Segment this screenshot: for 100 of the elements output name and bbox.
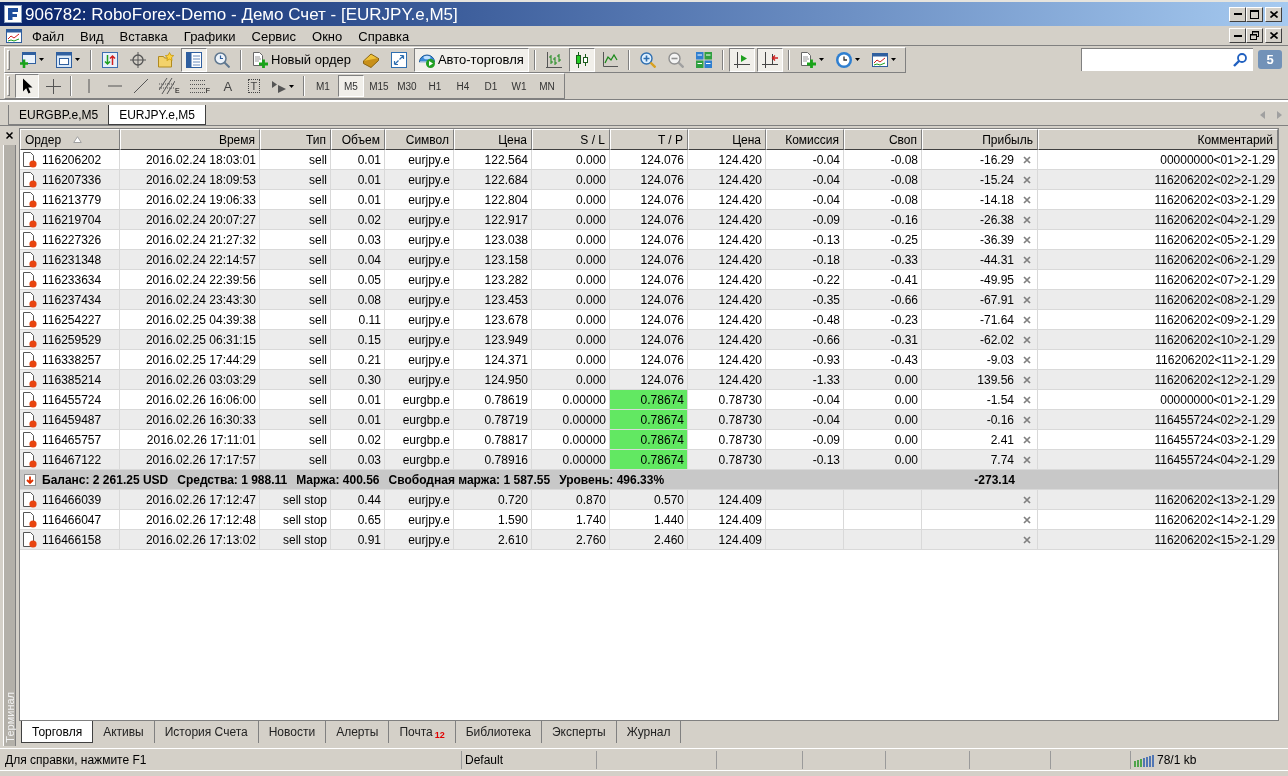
document-plus-icon xyxy=(252,51,268,68)
maximize-button[interactable] xyxy=(1246,6,1263,22)
auto-trading-button[interactable]: Авто-торговля xyxy=(413,47,529,72)
minimize-icon xyxy=(1233,34,1242,37)
terminal-tab[interactable]: Почта 12 xyxy=(389,721,456,743)
close-icon[interactable] xyxy=(1023,495,1031,504)
timeframe-button[interactable]: M5 xyxy=(337,75,364,97)
table-cell: 2016.02.26 17:13:02 xyxy=(120,530,260,550)
zoom-out-icon xyxy=(667,51,684,68)
terminal-tab[interactable]: Журнал xyxy=(616,721,682,743)
profit-value: -14.18 xyxy=(979,191,1014,209)
column-header[interactable]: Цена xyxy=(688,129,766,150)
column-header[interactable]: Комиссия xyxy=(766,129,844,150)
text-button[interactable]: A xyxy=(215,74,240,98)
close-icon[interactable] xyxy=(1023,235,1031,244)
terminal-tab[interactable]: Библиотека xyxy=(455,721,542,743)
close-button[interactable] xyxy=(3,129,16,141)
timeframe-button[interactable]: MN xyxy=(533,75,560,97)
order-number: 116466158 xyxy=(42,531,102,549)
order-icon xyxy=(23,491,37,508)
profit-value: -15.24 xyxy=(979,171,1014,189)
close-icon[interactable] xyxy=(1023,455,1031,464)
profit-value: -71.64 xyxy=(979,311,1014,329)
new-order-button[interactable]: Новый ордер xyxy=(247,47,356,72)
profit-value: -49.95 xyxy=(979,271,1014,289)
profit-value: 2.41 xyxy=(990,431,1014,449)
profit-value: -26.38 xyxy=(979,211,1014,229)
close-icon[interactable] xyxy=(1023,275,1031,284)
column-header[interactable]: Ордер xyxy=(20,129,120,150)
menu-item[interactable]: Файл xyxy=(24,26,72,45)
close-icon[interactable] xyxy=(1023,315,1031,324)
document-plus-icon xyxy=(799,51,816,68)
close-button[interactable] xyxy=(1265,6,1282,22)
close-icon[interactable] xyxy=(1023,295,1031,304)
close-icon[interactable] xyxy=(1023,155,1031,164)
close-icon[interactable] xyxy=(1023,535,1031,544)
timeframe-button[interactable]: M30 xyxy=(393,75,420,97)
candlestick-button[interactable] xyxy=(568,47,595,72)
column-header[interactable]: Своп xyxy=(844,129,922,150)
minimize-button[interactable] xyxy=(1229,6,1246,22)
close-icon[interactable] xyxy=(1023,375,1031,384)
menu-item[interactable]: Справка xyxy=(350,26,418,45)
menu-item[interactable]: Вставка xyxy=(111,26,176,45)
close-icon[interactable] xyxy=(1023,335,1031,344)
terminal-tab[interactable]: История Счета xyxy=(154,721,259,743)
book-icon xyxy=(362,51,379,68)
terminal-tab[interactable]: Новости xyxy=(258,721,327,743)
caret-icon xyxy=(288,84,294,88)
close-icon[interactable] xyxy=(1023,515,1031,524)
minimize-button[interactable] xyxy=(1229,28,1246,43)
close-icon[interactable] xyxy=(1023,195,1031,204)
menu-item[interactable]: Окно xyxy=(304,26,351,45)
column-header[interactable]: Тип xyxy=(260,129,331,150)
terminal-button[interactable] xyxy=(181,47,207,72)
column-header[interactable]: S / L xyxy=(532,129,610,150)
timeframe-button[interactable]: D1 xyxy=(477,75,504,97)
timeframe-button[interactable]: M15 xyxy=(365,75,392,97)
timeframe-button[interactable]: W1 xyxy=(505,75,532,97)
terminal-tab[interactable]: Активы xyxy=(93,721,155,743)
cursor-button[interactable] xyxy=(15,74,39,98)
text-label-button[interactable]: T xyxy=(241,74,266,98)
menu-item[interactable]: Графики xyxy=(175,26,244,45)
timeframe-button[interactable]: H1 xyxy=(421,75,448,97)
chart-tab[interactable]: EURJPY.e,M5 xyxy=(108,105,206,125)
terminal-tab[interactable]: Алерты xyxy=(326,721,390,743)
bar-chart-icon xyxy=(545,51,562,68)
table-cell: 0.78674 xyxy=(610,450,688,470)
close-icon[interactable] xyxy=(1023,395,1031,404)
trend-line-icon xyxy=(134,79,148,93)
terminal-tab[interactable]: Торговля xyxy=(21,721,94,743)
terminal-tab[interactable]: Эксперты xyxy=(541,721,617,743)
order-number: 116219704 xyxy=(42,211,102,229)
column-header[interactable]: Объем xyxy=(331,129,385,150)
timeframe-button[interactable]: H4 xyxy=(449,75,476,97)
order-icon xyxy=(23,331,37,348)
unread-count: 12 xyxy=(434,730,445,740)
timeframe-button[interactable]: M1 xyxy=(309,75,336,97)
column-header[interactable]: Время xyxy=(120,129,260,150)
close-button[interactable] xyxy=(1265,28,1282,43)
column-header[interactable]: Символ xyxy=(385,129,454,150)
menu-item[interactable]: Сервис xyxy=(243,26,305,45)
column-header[interactable]: Цена xyxy=(454,129,532,150)
order-number: 116207336 xyxy=(42,171,102,189)
column-header[interactable]: T / P xyxy=(610,129,688,150)
close-icon[interactable] xyxy=(1023,435,1031,444)
menu-item[interactable]: Вид xyxy=(71,26,112,45)
column-header[interactable]: Прибыль xyxy=(922,129,1038,150)
chart-shift-button[interactable] xyxy=(756,47,783,72)
close-icon[interactable] xyxy=(1023,415,1031,424)
restore-button[interactable] xyxy=(1246,28,1263,43)
chart-tab[interactable]: EURGBP.e,M5 xyxy=(8,105,109,125)
caret-icon xyxy=(854,58,860,61)
close-icon[interactable] xyxy=(1023,175,1031,184)
close-icon[interactable] xyxy=(1023,255,1031,264)
autoscroll-button[interactable] xyxy=(728,47,755,72)
close-icon[interactable] xyxy=(1023,355,1031,364)
close-icon[interactable] xyxy=(1023,215,1031,224)
search-field[interactable] xyxy=(1081,48,1253,71)
column-header[interactable]: Комментарий xyxy=(1038,129,1278,150)
close-icon xyxy=(1269,10,1278,18)
